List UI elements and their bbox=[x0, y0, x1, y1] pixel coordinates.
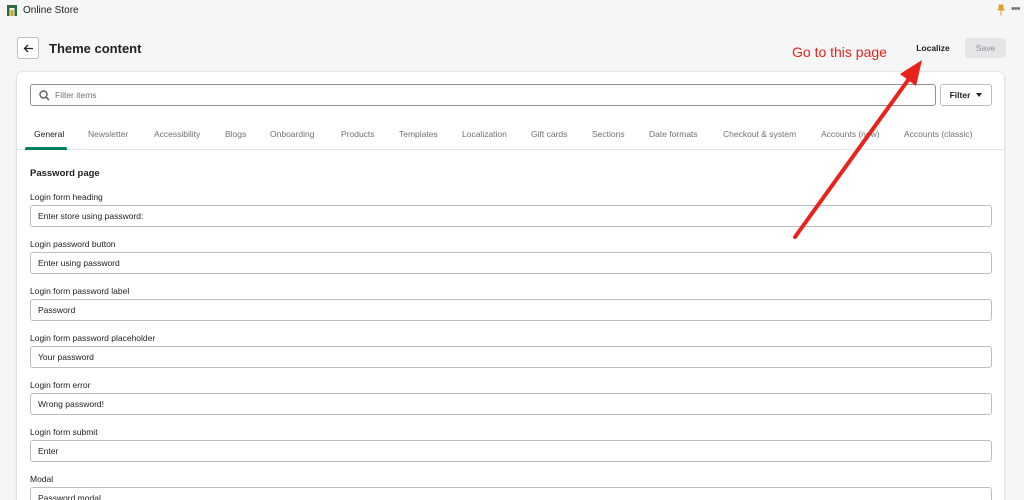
field-label: Login form password label bbox=[30, 286, 130, 296]
login-form-error-input[interactable] bbox=[30, 393, 992, 415]
filter-label: Filter bbox=[949, 90, 971, 100]
page-title: Theme content bbox=[49, 41, 142, 56]
field-label: Modal bbox=[30, 474, 54, 484]
tab-date-formats[interactable]: Date formats bbox=[649, 129, 698, 139]
field-label: Login form error bbox=[30, 380, 91, 390]
filter-button[interactable]: Filter bbox=[940, 84, 992, 106]
tab-checkout-system[interactable]: Checkout & system bbox=[723, 129, 796, 139]
more-options-icon[interactable]: ••• bbox=[1011, 3, 1021, 15]
tab-accessibility[interactable]: Accessibility bbox=[154, 129, 200, 139]
field-label: Login form submit bbox=[30, 427, 98, 437]
caret-down-icon bbox=[976, 93, 983, 97]
login-password-button-input[interactable] bbox=[30, 252, 992, 274]
tab-gift-cards[interactable]: Gift cards bbox=[531, 129, 567, 139]
tab-accounts-new[interactable]: Accounts (new) bbox=[821, 129, 880, 139]
localize-button[interactable]: Localize bbox=[909, 38, 957, 58]
arrow-left-icon bbox=[23, 44, 33, 52]
login-password-placeholder-input[interactable] bbox=[30, 346, 992, 368]
modal-input[interactable] bbox=[30, 487, 992, 500]
tab-newsletter[interactable]: Newsletter bbox=[88, 129, 128, 139]
login-form-heading-input[interactable] bbox=[30, 205, 992, 227]
tab-general[interactable]: General bbox=[34, 129, 64, 139]
pin-icon[interactable] bbox=[997, 4, 1005, 16]
field-label: Login form password placeholder bbox=[30, 333, 156, 343]
active-tab-indicator bbox=[25, 147, 67, 150]
tab-accounts-classic[interactable]: Accounts (classic) bbox=[904, 129, 973, 139]
app-topbar: Online Store ••• bbox=[0, 0, 1024, 22]
tab-blogs[interactable]: Blogs bbox=[225, 129, 246, 139]
field-label: Login form heading bbox=[30, 192, 103, 202]
tab-bar: General Newsletter Accessibility Blogs O… bbox=[17, 122, 1004, 150]
section-title: Password page bbox=[30, 168, 100, 179]
back-button[interactable] bbox=[17, 37, 39, 59]
store-icon bbox=[7, 5, 17, 16]
theme-content-card: Filter General Newsletter Accessibility … bbox=[17, 72, 1004, 500]
tab-localization[interactable]: Localization bbox=[462, 129, 507, 139]
app-title: Online Store bbox=[23, 5, 79, 16]
search-icon bbox=[39, 89, 50, 101]
tab-products[interactable]: Products bbox=[341, 129, 375, 139]
search-field[interactable] bbox=[30, 84, 936, 106]
login-password-label-input[interactable] bbox=[30, 299, 992, 321]
field-label: Login password button bbox=[30, 239, 116, 249]
tab-templates[interactable]: Templates bbox=[399, 129, 438, 139]
annotation-text: Go to this page bbox=[792, 44, 887, 60]
tab-onboarding[interactable]: Onboarding bbox=[270, 129, 314, 139]
login-form-submit-input[interactable] bbox=[30, 440, 992, 462]
search-input[interactable] bbox=[55, 86, 935, 104]
save-button[interactable]: Save bbox=[965, 38, 1006, 58]
tab-sections[interactable]: Sections bbox=[592, 129, 625, 139]
